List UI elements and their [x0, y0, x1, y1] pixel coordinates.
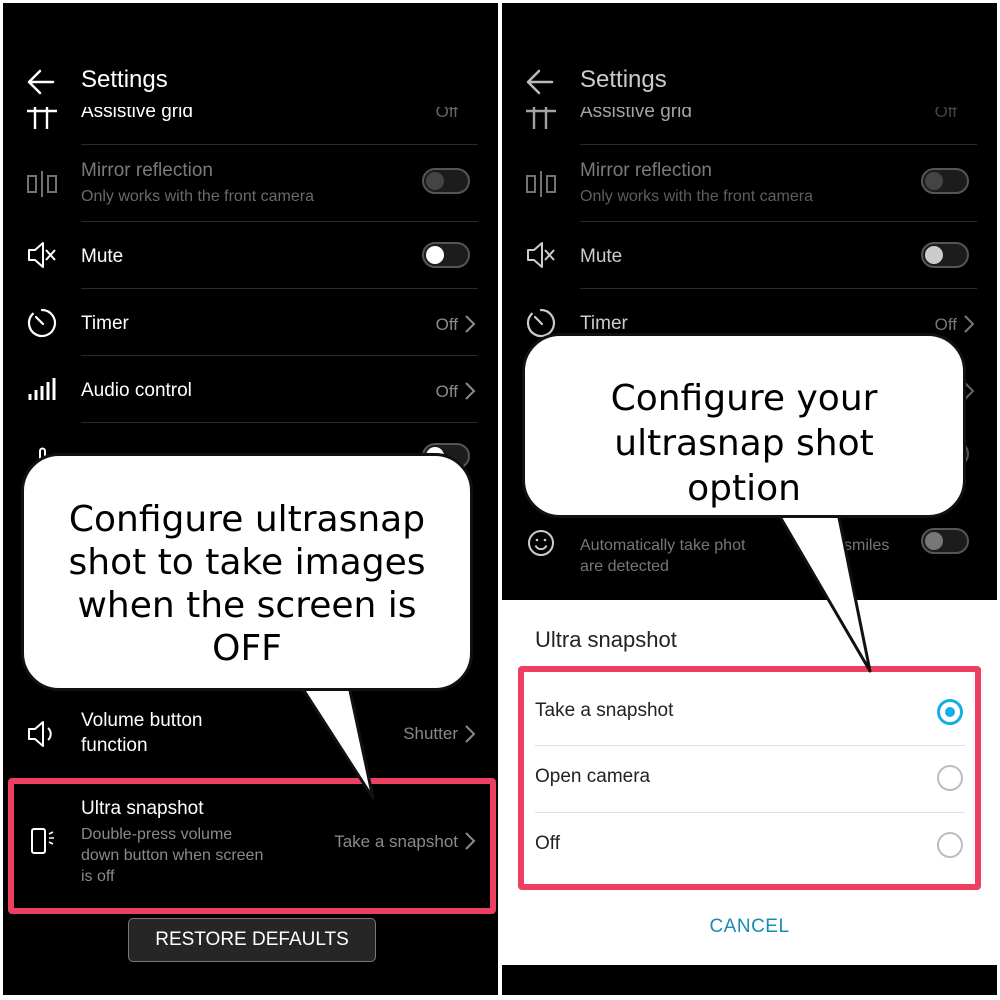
dialog-title: Ultra snapshot: [535, 627, 677, 652]
back-arrow-icon[interactable]: [25, 66, 57, 98]
app-bar: Settings: [3, 58, 498, 108]
settings-row-timer[interactable]: Timer Off: [3, 289, 498, 355]
mute-toggle[interactable]: [422, 242, 470, 268]
smile-toggle[interactable]: [921, 528, 969, 554]
chevron-right-icon: [465, 315, 476, 333]
chevron-right-icon: [465, 725, 476, 743]
mute-toggle[interactable]: [921, 242, 969, 268]
settings-row-volume-button[interactable]: Volume button function Shutter: [3, 695, 498, 775]
ultra-snapshot-dialog: Ultra snapshot Take a snapshot Open came…: [502, 600, 997, 965]
mirror-icon: [27, 171, 57, 197]
row-label: Timer: [580, 313, 628, 334]
settings-row-mute[interactable]: Mute: [502, 222, 997, 288]
row-label: Mirror reflection: [81, 160, 213, 181]
smile-icon: [528, 530, 554, 556]
callout-bubble: Configure ultrasnap shot to take images …: [21, 453, 473, 691]
cancel-button[interactable]: CANCEL: [502, 916, 997, 938]
mute-speaker-icon: [527, 242, 555, 268]
callout-line: Configure ultrasnap: [68, 499, 426, 540]
row-sublabel-line-1: Automatically take phot: [580, 537, 746, 554]
callout-line: Configure your: [610, 378, 878, 419]
right-screen: Settings Assistive grid Off Mirror refle…: [502, 3, 997, 995]
highlight-box: [518, 666, 981, 890]
row-label: Audio control: [81, 380, 192, 401]
callout-line: ultrasnap shot: [614, 423, 874, 464]
chevron-right-icon: [964, 315, 975, 333]
mirror-toggle[interactable]: [422, 168, 470, 194]
mute-speaker-icon: [28, 242, 56, 268]
left-screen: Settings Assistive grid Off Mirror refle…: [3, 3, 498, 995]
divider: [81, 144, 478, 145]
divider: [580, 144, 977, 145]
callout-line: OFF: [212, 628, 282, 669]
row-sublabel: Only works with the front camera: [81, 188, 314, 205]
row-label: Mute: [81, 246, 124, 267]
page-title: Settings: [81, 66, 168, 93]
row-label-line-1: Volume button: [81, 710, 203, 731]
settings-row-mirror-reflection[interactable]: Mirror reflection Only works with the fr…: [3, 153, 498, 221]
audio-bars-icon: [28, 378, 56, 400]
restore-defaults-button[interactable]: RESTORE DEFAULTS: [128, 918, 376, 962]
volume-icon: [28, 721, 52, 747]
back-arrow-icon[interactable]: [524, 66, 556, 98]
settings-row-smile-capture[interactable]: Automatically take phot smiles are detec…: [502, 518, 997, 588]
row-label: Mute: [580, 246, 623, 267]
row-label: Mirror reflection: [580, 160, 712, 181]
row-sublabel: Only works with the front camera: [580, 188, 813, 205]
callout-line: when the screen is: [77, 585, 417, 626]
callout-tail: [770, 491, 872, 673]
chevron-right-icon: [465, 382, 476, 400]
callout-line: option: [687, 468, 801, 509]
callout-line: shot to take images: [68, 542, 426, 583]
highlight-box: [8, 778, 496, 914]
mirror-icon: [526, 171, 556, 197]
row-sublabel-line-2: are detected: [580, 558, 669, 575]
mirror-toggle[interactable]: [921, 168, 969, 194]
app-bar: Settings: [502, 58, 997, 108]
settings-row-mirror-reflection[interactable]: Mirror reflection Only works with the fr…: [502, 153, 997, 221]
row-value: Off: [435, 382, 458, 401]
row-label: Timer: [81, 313, 129, 334]
row-value: Shutter: [403, 724, 458, 743]
settings-row-mute[interactable]: Mute: [3, 222, 498, 288]
callout-bubble: Configure your ultrasnap shot option: [522, 333, 966, 518]
row-label-line-2: function: [81, 735, 148, 756]
row-value: Off: [435, 315, 458, 334]
page-title: Settings: [580, 66, 667, 93]
row-value: Off: [934, 315, 957, 334]
settings-row-audio-control[interactable]: Audio control Off: [3, 356, 498, 422]
timer-icon: [27, 308, 57, 338]
